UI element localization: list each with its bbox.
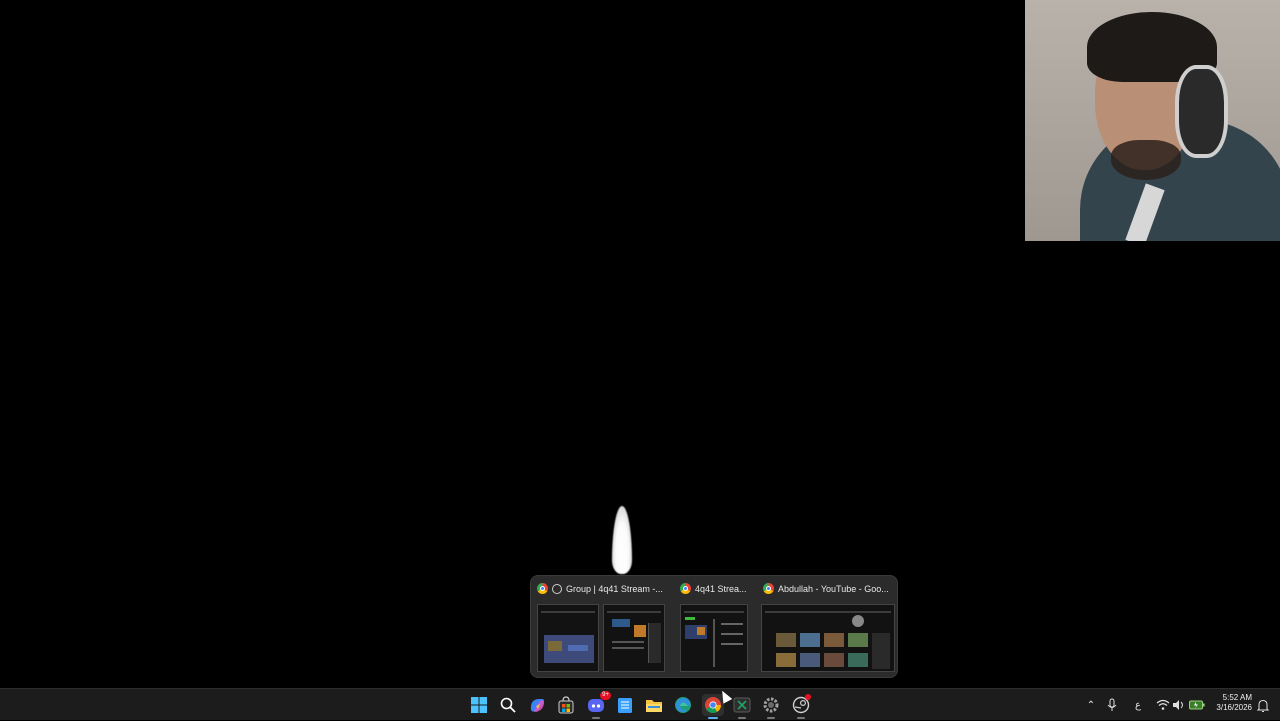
wifi-icon	[1156, 699, 1170, 710]
running-indicator	[592, 717, 600, 719]
chrome-icon	[537, 583, 548, 594]
preview-window-group[interactable]: Group | 4q41 Stream -...	[531, 576, 669, 679]
copilot-button[interactable]	[526, 694, 548, 716]
excel-icon	[733, 697, 751, 713]
preview-thumbnail[interactable]	[537, 604, 599, 672]
running-indicator	[738, 717, 746, 719]
edge-button[interactable]	[672, 694, 694, 716]
copilot-icon	[530, 699, 544, 712]
preview-title: 4q41 Strea...	[695, 583, 747, 594]
preview-title-row: Group | 4q41 Stream -...	[537, 583, 663, 594]
running-indicator	[708, 717, 718, 719]
file-explorer-icon	[646, 700, 662, 712]
discord-button[interactable]: 9+	[585, 691, 611, 719]
store-button[interactable]	[555, 694, 577, 716]
search-button[interactable]	[497, 694, 519, 716]
clock-date: 3/16/2026	[1216, 703, 1252, 712]
microphone-icon	[1107, 698, 1117, 711]
tab-group-icon	[552, 583, 562, 594]
clock[interactable]: 5:52 AM 3/16/2026	[1208, 693, 1252, 713]
battery-button[interactable]	[1188, 689, 1206, 721]
notifications-button[interactable]	[1256, 689, 1270, 721]
notification-badge: 9+	[600, 691, 611, 700]
preview-thumbnail[interactable]	[761, 604, 895, 672]
search-icon	[500, 697, 516, 713]
notepad-button[interactable]	[614, 694, 636, 716]
webcam-overlay	[1025, 0, 1280, 241]
microphone-button[interactable]	[1104, 689, 1120, 721]
file-explorer-button[interactable]	[643, 694, 665, 716]
chrome-icon	[705, 697, 721, 713]
preview-thumbnail[interactable]	[680, 604, 748, 672]
volume-icon	[1173, 700, 1183, 710]
webcam-headphones	[1175, 65, 1228, 158]
steam-button[interactable]	[790, 694, 812, 719]
windows-start-icon	[471, 697, 487, 713]
start-button[interactable]	[468, 694, 490, 716]
preview-thumbnail[interactable]	[603, 604, 665, 672]
input-language-button[interactable]: ع	[1130, 689, 1146, 721]
preview-title-row: 4q41 Strea...	[680, 583, 747, 594]
excel-button[interactable]	[731, 694, 753, 719]
chevron-up-icon: ⌃	[1086, 699, 1096, 711]
edge-icon	[675, 697, 691, 713]
preview-window-stream[interactable]: 4q41 Strea...	[674, 576, 754, 679]
preview-title: Abdullah - YouTube - Goo...	[778, 583, 889, 594]
notepad-icon	[618, 698, 632, 713]
volume-button[interactable]	[1171, 689, 1187, 721]
microsoft-store-icon	[558, 696, 574, 714]
settings-icon	[763, 697, 779, 713]
battery-charging-icon	[1189, 700, 1205, 710]
chrome-icon	[680, 583, 691, 594]
clock-time: 5:52 AM	[1222, 693, 1252, 702]
notification-bell-icon	[1257, 699, 1269, 712]
show-hidden-icons-button[interactable]: ⌃	[1083, 689, 1099, 721]
preview-window-youtube[interactable]: Abdullah - YouTube - Goo...	[757, 576, 897, 679]
taskbar-thumbnail-preview: Group | 4q41 Stream -... 4q41 Strea... A…	[530, 575, 898, 678]
input-indicator: ع	[1135, 699, 1141, 711]
network-button[interactable]	[1155, 689, 1171, 721]
running-indicator	[767, 717, 775, 719]
chrome-icon	[763, 583, 774, 594]
running-indicator	[797, 717, 805, 719]
preview-title: Group | 4q41 Stream -...	[566, 583, 663, 594]
candle-flame	[612, 506, 632, 574]
notification-dot	[805, 694, 811, 700]
taskbar: 9+ ⌃ ع 5:52 AM 3/16/2026	[0, 688, 1280, 720]
preview-title-row: Abdullah - YouTube - Goo...	[763, 583, 889, 594]
webcam-person-beard	[1111, 140, 1181, 180]
settings-button[interactable]	[760, 694, 782, 719]
